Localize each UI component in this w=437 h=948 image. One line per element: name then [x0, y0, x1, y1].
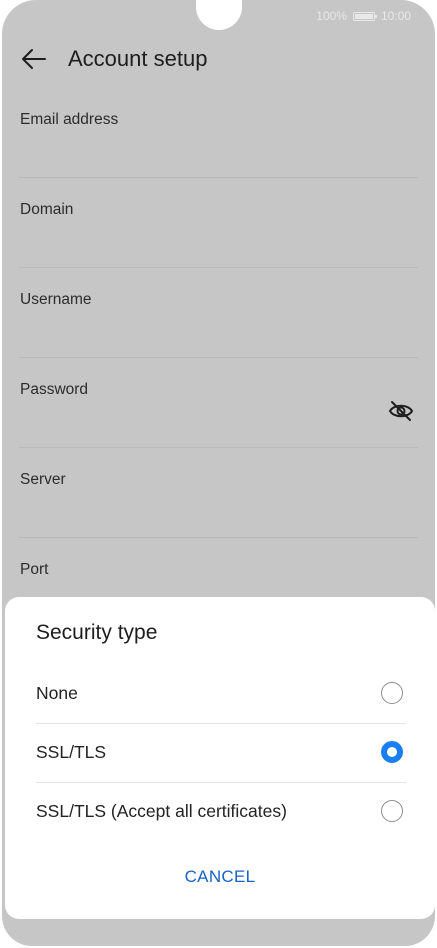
security-type-dialog: Security type None SSL/TLS SSL/TLS (Acce… — [5, 597, 435, 919]
arrow-left-icon — [22, 49, 46, 69]
option-ssl-tls[interactable]: SSL/TLS — [36, 724, 406, 783]
field-label: Port — [20, 561, 49, 578]
battery-percent: 100% — [316, 9, 347, 23]
app-bar: Account setup — [2, 30, 435, 88]
account-form: Email address Domain Username Password S… — [2, 88, 435, 628]
radio-checked[interactable] — [381, 741, 403, 763]
field-label: Password — [20, 381, 89, 398]
radio-unchecked[interactable] — [381, 682, 403, 704]
cancel-button[interactable]: CANCEL — [5, 867, 435, 907]
battery-icon — [352, 11, 377, 21]
field-label: Domain — [20, 201, 74, 218]
email-address-field[interactable]: Email address — [19, 88, 418, 178]
status-bar: 100% 10:00 — [2, 0, 435, 30]
username-field[interactable]: Username — [19, 268, 418, 358]
phone-screen: 100% 10:00 Account setup Email address D… — [2, 0, 435, 946]
status-indicators: 100% 10:00 — [316, 9, 411, 23]
field-label: Username — [20, 291, 92, 308]
radio-unchecked[interactable] — [381, 800, 403, 822]
clock: 10:00 — [380, 9, 411, 23]
option-none[interactable]: None — [36, 665, 406, 724]
page-title: Account setup — [68, 46, 208, 71]
option-label: None — [36, 683, 78, 703]
option-label: SSL/TLS — [36, 742, 107, 762]
dialog-title: Security type — [36, 621, 158, 644]
option-label: SSL/TLS (Accept all certificates) — [36, 801, 287, 821]
option-ssl-tls-accept-all[interactable]: SSL/TLS (Accept all certificates) — [36, 783, 406, 841]
server-field[interactable]: Server — [19, 448, 418, 538]
camera-notch — [196, 0, 242, 30]
field-label: Server — [20, 471, 66, 488]
password-field[interactable]: Password — [19, 358, 418, 448]
field-label: Email address — [20, 111, 119, 128]
back-button[interactable] — [20, 47, 48, 71]
domain-field[interactable]: Domain — [19, 178, 418, 268]
eye-off-icon[interactable] — [388, 400, 414, 422]
